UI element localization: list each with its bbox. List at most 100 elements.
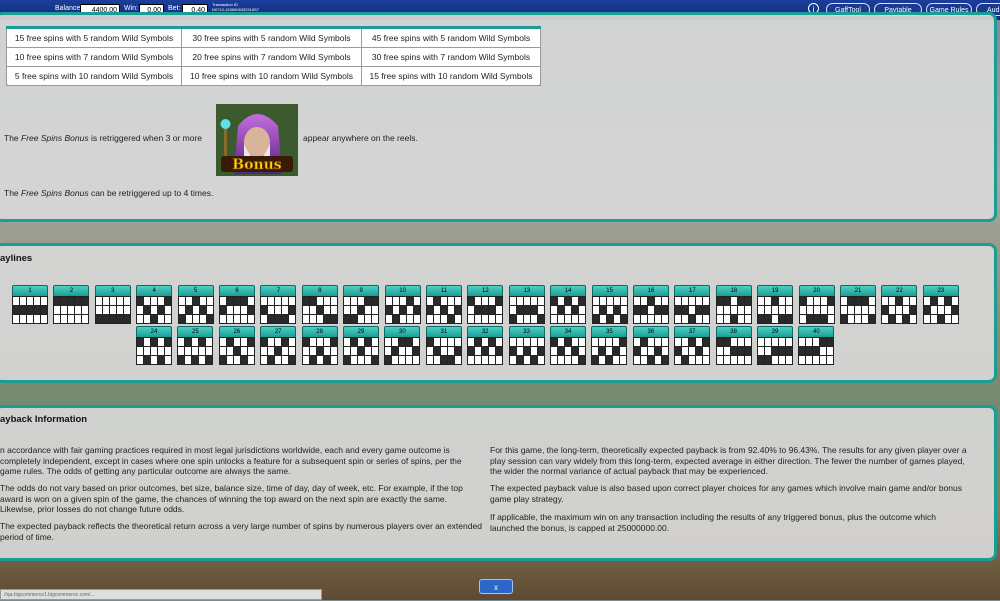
payline-cell [372, 338, 378, 346]
payline-cell [275, 297, 282, 305]
payline-cell [572, 306, 579, 314]
payline-cell [558, 306, 565, 314]
payline-cell [344, 297, 351, 305]
payline-cell [289, 306, 296, 314]
payline-cell [737, 338, 744, 346]
payline-cell [799, 306, 806, 314]
payline-cell [537, 356, 544, 364]
payline-cell [620, 297, 627, 305]
payline-cell [344, 315, 351, 323]
payline-cell [827, 297, 834, 305]
payline-cell [523, 306, 530, 314]
payline-cell [116, 315, 123, 323]
payline-cell [923, 297, 930, 305]
payline-cell [199, 338, 206, 346]
payline-cell [413, 306, 420, 314]
payline-cell [206, 306, 213, 314]
payline-cell [330, 338, 337, 346]
payline-cell [309, 315, 316, 323]
payline-number: 38 [715, 326, 752, 337]
payline-cell [440, 338, 447, 346]
payline-cell [641, 306, 647, 314]
payline-cell [241, 315, 247, 323]
payline-number: 17 [674, 285, 711, 296]
payline-cell [537, 347, 544, 355]
payline-cell [199, 306, 206, 314]
payline-cell [654, 356, 661, 364]
payline-cell [199, 297, 206, 305]
payline-cell [779, 356, 785, 364]
payline-cell [496, 297, 503, 305]
payline-cell [661, 338, 668, 346]
payline-cell [475, 356, 482, 364]
payline-cell [406, 338, 413, 346]
payline-cell [620, 356, 627, 364]
payline-cell [392, 356, 399, 364]
payline-cell [786, 315, 793, 323]
payline-cell [385, 297, 392, 305]
payline-cell [248, 297, 254, 305]
payline-cell [579, 347, 585, 355]
payline-cell [206, 347, 213, 355]
payline-cell [392, 347, 399, 355]
payline-cell [226, 338, 233, 346]
payline-number: 26 [218, 326, 255, 337]
payline-cell [592, 347, 599, 355]
payline-cell [799, 297, 806, 305]
payline-cell [682, 306, 689, 314]
payline-cell [896, 297, 903, 305]
payline-cell [275, 338, 282, 346]
payline-cell [234, 297, 240, 305]
payline-cell [806, 338, 813, 346]
payline-cell [144, 347, 150, 355]
payline-cell [599, 306, 606, 314]
payline-cell [772, 297, 779, 305]
payline-cell [399, 315, 406, 323]
payline-cell [261, 315, 268, 323]
payline-cell [606, 306, 613, 314]
payline-cell [413, 338, 420, 346]
bet-label: Bet: [168, 5, 181, 12]
payline-16: 16 [633, 285, 669, 325]
payline-cell [475, 315, 482, 323]
payline-cell [903, 315, 910, 323]
payline-cell [226, 356, 233, 364]
payline-cell [144, 315, 151, 323]
payline-cell [523, 297, 530, 305]
payline-cell [620, 306, 627, 314]
payline-number: 9 [343, 285, 380, 296]
payline-cell [247, 347, 254, 355]
payline-cell [606, 315, 613, 323]
payline-cell [772, 315, 779, 323]
payline-cell [309, 347, 316, 355]
close-button[interactable]: x [479, 579, 513, 594]
payline-cell [682, 356, 689, 364]
transaction-info: Transaction ID N0710-1638908332316S7 [212, 2, 259, 12]
payline-cell [289, 356, 296, 364]
payline-cell [634, 297, 640, 305]
payline-cell [309, 306, 316, 314]
payline-cell [730, 347, 737, 355]
payline-30: 30 [384, 326, 421, 366]
payline-15: 15 [591, 285, 628, 325]
payline-cell [489, 315, 496, 323]
payline-cell [268, 347, 275, 355]
payline-cell [806, 306, 813, 314]
payline-cell [261, 347, 268, 355]
payline-cell [392, 338, 399, 346]
payline-cell [572, 297, 579, 305]
payline-grid [136, 337, 172, 365]
payline-grid [301, 296, 338, 324]
payline-cell [537, 306, 544, 314]
payline-cell [655, 297, 661, 305]
payback-left-p3: The expected payback reflects the theore… [0, 521, 482, 542]
payline-cell [116, 306, 123, 314]
payline-grid [219, 296, 255, 324]
payline-cell [27, 306, 33, 314]
payline-number: 20 [798, 285, 835, 296]
payline-number: 6 [219, 285, 255, 296]
payline-cell [903, 306, 910, 314]
payline-cell [930, 297, 937, 305]
payline-cell [227, 297, 233, 305]
payline-grid [177, 337, 214, 365]
